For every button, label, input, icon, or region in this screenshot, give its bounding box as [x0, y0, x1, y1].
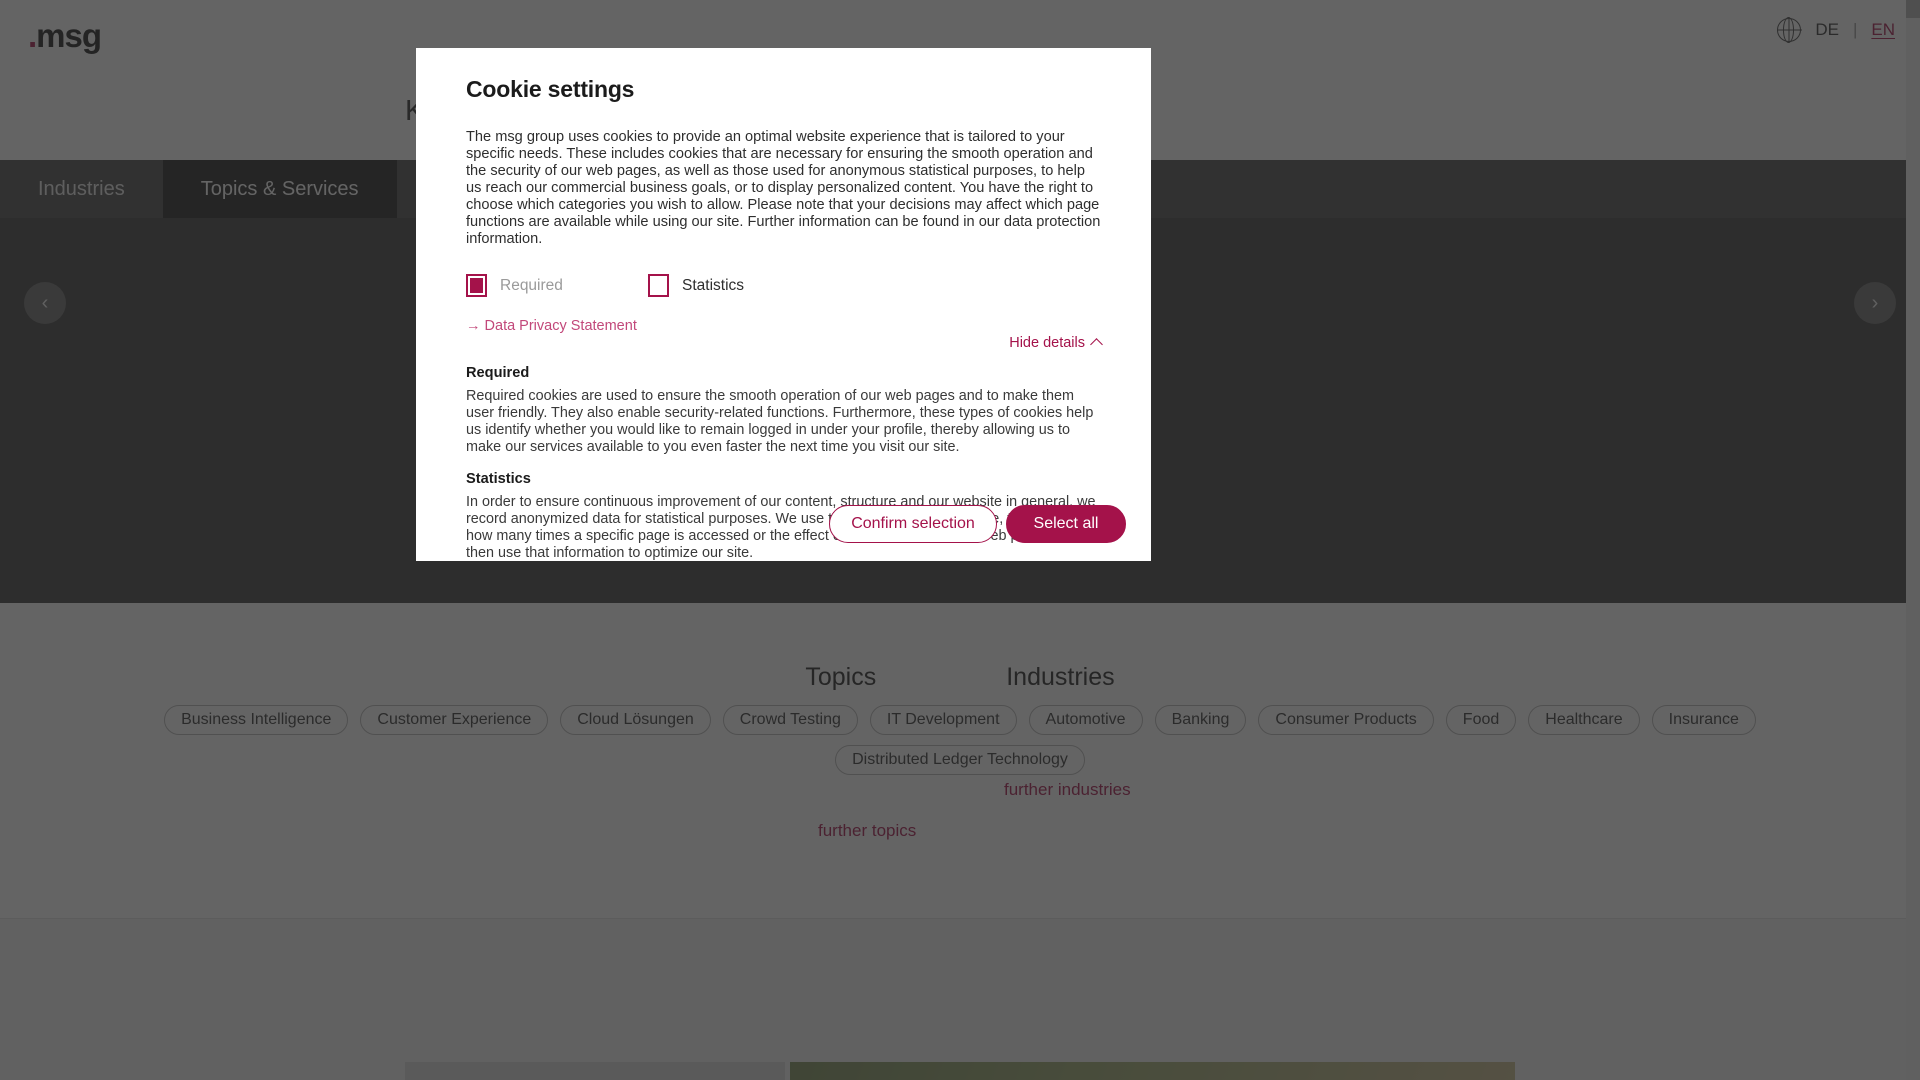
hide-details-label: Hide details [1009, 335, 1085, 352]
cookie-category-checkboxes: Required Statistics [466, 274, 1126, 298]
checkbox-statistics-box[interactable] [648, 274, 669, 298]
checkbox-required-label: Required [500, 276, 563, 294]
checkbox-statistics-label: Statistics [682, 276, 745, 294]
data-privacy-statement-link[interactable]: → Data Privacy Statement [466, 318, 637, 334]
select-all-button[interactable]: Select all [1006, 505, 1126, 543]
checkbox-statistics[interactable]: Statistics [648, 274, 745, 298]
dialog-button-row: Confirm selection Select all [829, 505, 1126, 543]
hide-details-toggle[interactable]: Hide details [1009, 335, 1103, 352]
dialog-title: Cookie settings [466, 76, 635, 102]
detail-heading-required: Required [466, 365, 530, 382]
confirm-selection-button[interactable]: Confirm selection [829, 505, 997, 543]
dialog-intro-text: The msg group uses cookies to provide an… [466, 129, 1101, 248]
detail-body-required: Required cookies are used to ensure the … [466, 388, 1094, 456]
checkbox-required[interactable]: Required [466, 274, 648, 298]
checkbox-required-box[interactable] [466, 274, 487, 298]
page-root: .msg DE | EN Industries Topics & Service… [0, 0, 1920, 1080]
dialog-links-row: → Data Privacy Statement Hide details [466, 318, 1103, 351]
cookie-settings-dialog: Cookie settings The msg group uses cooki… [416, 48, 1151, 561]
chevron-up-icon [1090, 338, 1103, 352]
detail-heading-statistics: Statistics [466, 471, 531, 488]
